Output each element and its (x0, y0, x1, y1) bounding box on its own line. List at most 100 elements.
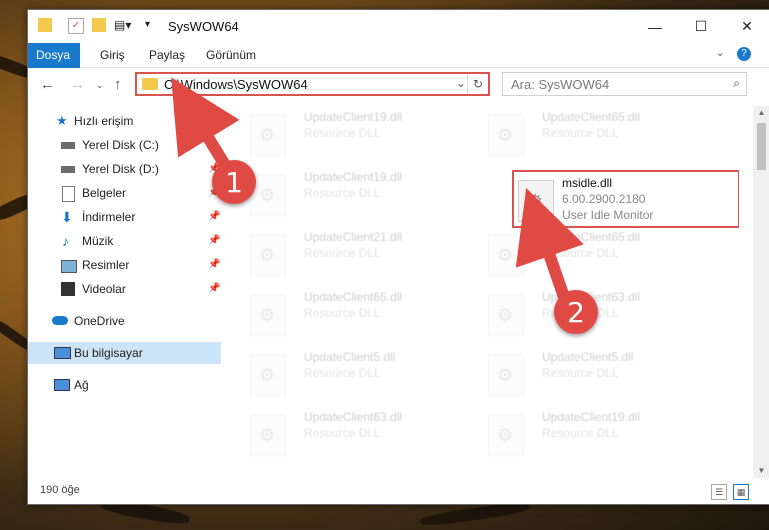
file-name: msidle.dll (562, 176, 613, 190)
documents-icon (62, 186, 75, 202)
list-item[interactable]: ⚙ UpdateClient65.dll Resource DLL (480, 230, 710, 280)
refresh-icon[interactable]: ↻ (467, 74, 488, 94)
highlighted-file-msidle[interactable]: ⚙ msidle.dll 6.00.2900.2180 User Idle Mo… (512, 170, 739, 228)
sidebar-item-this-pc[interactable]: Bu bilgisayar (28, 342, 221, 364)
list-item[interactable]: ⚙ UpdateClient19.dll Resource DLL (480, 410, 710, 460)
file-list: ⚙ UpdateClient19.dll Resource DLL ⚙ Upda… (232, 106, 739, 476)
minimize-button[interactable]: — (632, 10, 678, 43)
back-arrow-icon[interactable]: ← (40, 76, 55, 93)
step-badge-2: 2 (554, 290, 598, 334)
file-type: Resource DLL (304, 126, 381, 140)
file-description: User Idle Monitor (562, 208, 654, 222)
file-type: Resource DLL (542, 246, 619, 260)
dll-file-icon: ⚙ (488, 414, 524, 456)
sidebar-item-drive-c[interactable]: Yerel Disk (C:) (28, 134, 221, 156)
pin-icon[interactable]: 📌 (208, 230, 220, 252)
customize-quick-access-icon[interactable]: ▤▾ (114, 18, 131, 32)
explorer-window: ✓ ▤▾ ▾ SysWOW64 — ☐ ✕ Dosya Giriş Paylaş… (27, 9, 769, 505)
list-item[interactable]: ⚙ UpdateClient19.dll Resource DLL (242, 170, 472, 220)
scroll-up-icon[interactable]: ▲ (753, 106, 769, 120)
dll-file-icon: ⚙ (488, 354, 524, 396)
dll-file-icon: ⚙ (488, 294, 524, 336)
list-item[interactable]: ⚙ UpdateClient5.dll Resource DLL (480, 350, 710, 400)
search-input[interactable]: Ara: SysWOW64 (511, 77, 609, 92)
up-arrow-icon[interactable]: ↑ (114, 76, 122, 93)
scroll-down-icon[interactable]: ▼ (753, 464, 769, 478)
address-bar[interactable]: C:\Windows\SysWOW64 ⌄ ↻ (135, 72, 490, 96)
search-icon[interactable]: ⌕ (733, 76, 740, 91)
vertical-scrollbar[interactable]: ▲ ▼ (753, 106, 769, 478)
sidebar-item-network[interactable]: Ağ (28, 374, 221, 396)
computer-icon (54, 347, 71, 359)
item-count: 190 öğe (40, 484, 80, 496)
file-name: UpdateClient21.dll (304, 230, 403, 244)
list-item[interactable]: ⚙ UpdateClient63.dll Resource DLL (242, 410, 472, 460)
search-box[interactable]: Ara: SysWOW64 ⌕ (502, 72, 747, 96)
file-type: Resource DLL (304, 306, 381, 320)
dll-file-icon: ⚙ (250, 354, 286, 396)
drive-icon (61, 166, 75, 173)
file-name: UpdateClient5.dll (304, 350, 396, 364)
sidebar-item-videos[interactable]: Videolar 📌 (28, 278, 221, 300)
folder-icon (142, 78, 158, 90)
music-icon: ♪ (62, 233, 69, 249)
dll-file-icon: ⚙ (488, 114, 524, 156)
expand-ribbon-icon[interactable]: ⌄ (716, 48, 724, 59)
list-item[interactable]: ⚙ UpdateClient21.dll Resource DLL (242, 230, 472, 280)
pin-icon[interactable]: 📌 (208, 278, 220, 300)
file-name: UpdateClient19.dll (542, 410, 641, 424)
details-view-icon[interactable]: ☰ (711, 484, 727, 500)
sidebar-item-documents[interactable]: Belgeler 📌 (28, 182, 221, 204)
file-name: UpdateClient65.dll (542, 230, 641, 244)
maximize-button[interactable]: ☐ (678, 10, 724, 43)
pin-icon[interactable]: 📌 (208, 206, 220, 228)
address-dropdown-icon[interactable]: ⌄ (456, 76, 466, 90)
help-icon[interactable]: ? (737, 47, 751, 61)
sidebar-item-pictures[interactable]: Resimler 📌 (28, 254, 221, 276)
file-type: Resource DLL (542, 426, 619, 440)
drive-icon (61, 142, 75, 149)
sidebar-item-label: Hızlı erişim (74, 114, 134, 128)
forward-arrow-icon[interactable]: → (70, 76, 85, 93)
recent-locations-icon[interactable]: ⌄ (96, 80, 104, 91)
list-item[interactable]: ⚙ UpdateClient65.dll Resource DLL (480, 110, 710, 160)
file-type: Resource DLL (304, 366, 381, 380)
file-type: Resource DLL (304, 186, 381, 200)
file-name: UpdateClient19.dll (304, 110, 403, 124)
new-folder-icon[interactable] (92, 18, 106, 32)
sidebar-item-label: OneDrive (74, 314, 125, 328)
navigation-bar: ← → ⌄ ↑ C:\Windows\SysWOW64 ⌄ ↻ Ara: Sys… (28, 68, 769, 102)
properties-icon[interactable]: ✓ (68, 18, 84, 34)
tab-view[interactable]: Görünüm (196, 43, 266, 67)
file-name: UpdateClient65.dll (304, 290, 403, 304)
sidebar-item-label: Bu bilgisayar (74, 346, 143, 360)
dll-file-icon: ⚙ (250, 414, 286, 456)
close-button[interactable]: ✕ (724, 10, 769, 43)
sidebar-item-onedrive[interactable]: OneDrive (28, 310, 221, 332)
sidebar-item-downloads[interactable]: ⬇ İndirmeler 📌 (28, 206, 221, 228)
file-name: UpdateClient63.dll (304, 410, 403, 424)
dll-file-icon: ⚙ (488, 234, 524, 276)
quick-access-dropdown-icon[interactable]: ▾ (145, 18, 159, 32)
scrollbar-thumb[interactable] (757, 123, 766, 170)
tab-share[interactable]: Paylaş (139, 43, 195, 67)
large-icons-view-icon[interactable]: ▦ (733, 484, 749, 500)
ribbon-tabs: Dosya Giriş Paylaş Görünüm ⌄ ? (28, 43, 769, 93)
file-type: Resource DLL (304, 426, 381, 440)
sidebar-item-label: Yerel Disk (D:) (82, 162, 159, 176)
list-item[interactable]: ⚙ UpdateClient19.dll Resource DLL (242, 110, 472, 160)
status-bar: 190 öğe ☰ ▦ (28, 480, 769, 504)
sidebar-item-quick-access[interactable]: ★ Hızlı erişim (28, 110, 221, 132)
sidebar-item-label: Müzik (82, 234, 114, 248)
sidebar-item-music[interactable]: ♪ Müzik 📌 (28, 230, 221, 252)
sidebar-item-drive-d[interactable]: Yerel Disk (D:) 📌 (28, 158, 221, 180)
sidebar-item-label: Ağ (74, 378, 89, 392)
file-type: Resource DLL (542, 126, 619, 140)
tab-home[interactable]: Giriş (90, 43, 135, 67)
address-path[interactable]: C:\Windows\SysWOW64 (164, 77, 308, 92)
list-item[interactable]: ⚙ UpdateClient5.dll Resource DLL (242, 350, 472, 400)
list-item[interactable]: ⚙ UpdateClient65.dll Resource DLL (242, 290, 472, 340)
dll-file-icon: ⚙ (250, 294, 286, 336)
navigation-pane: ★ Hızlı erişim Yerel Disk (C:) Yerel Dis… (28, 106, 221, 476)
pin-icon[interactable]: 📌 (208, 254, 220, 276)
